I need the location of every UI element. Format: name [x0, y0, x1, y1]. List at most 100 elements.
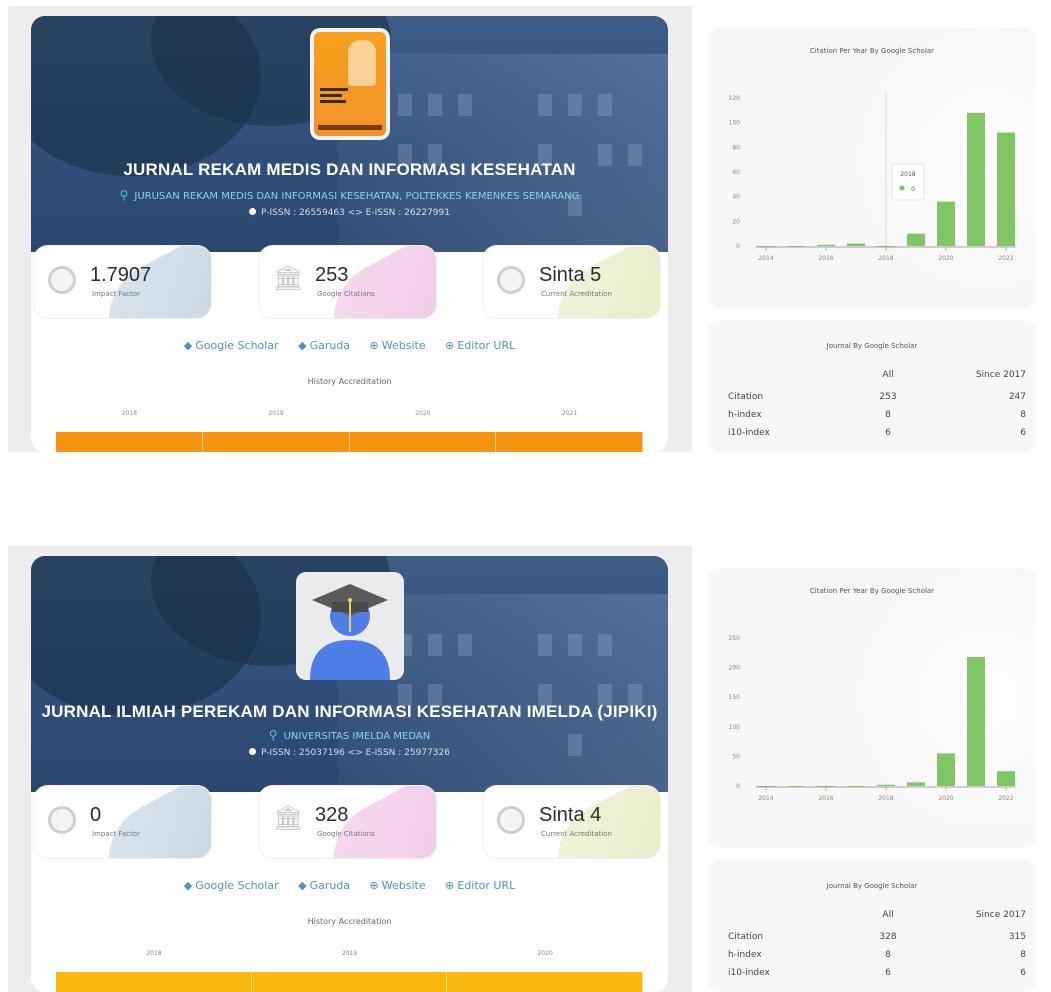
graduate-avatar-icon[interactable]: [295, 572, 404, 680]
institution-text: UNIVERSITAS IMELDA MEDAN: [283, 731, 431, 742]
journal-title[interactable]: JURNAL REKAM MEDIS DAN INFORMASI KESEHAT…: [31, 160, 668, 180]
table-row: i10-index 6 6: [728, 968, 1026, 978]
chart-bar[interactable]: [877, 784, 895, 786]
garuda-link[interactable]: ◆ Garuda: [298, 339, 350, 352]
citation-bar-chart[interactable]: 0 50 100 150 200 250 2014 2016 2018 2020 2022: [708, 608, 1036, 848]
history-bar: [56, 432, 203, 452]
journal-title[interactable]: JURNAL ILMIAH PEREKAM DAN INFORMASI KESE…: [31, 702, 668, 722]
history-years: 2018 2019 2020 2021: [56, 410, 643, 417]
history-years: 2018 2019 2020: [56, 950, 643, 957]
google-scholar-link[interactable]: ◆ Google Scholar: [184, 339, 279, 352]
dot-icon: [249, 208, 257, 215]
chart-bar[interactable]: [847, 243, 865, 246]
tag-icon: ◆: [183, 879, 193, 892]
chart-bar[interactable]: [757, 786, 775, 787]
x-tick-label: 2022: [998, 255, 1013, 262]
journal-institution[interactable]: ⚲ JURUSAN REKAM MEDIS DAN INFORMASI KESEH…: [31, 188, 668, 202]
table-header-row: All Since 2017: [728, 910, 1026, 924]
chart-bar[interactable]: [787, 786, 805, 787]
tooltip-value: 0: [911, 186, 915, 193]
chart-bar[interactable]: [937, 201, 955, 246]
citation-bar-chart[interactable]: 0 20 40 60 80 100 120 2014 2016 2018 2020 2022 2018 0: [708, 68, 1036, 308]
tag-icon: ◆: [183, 339, 193, 352]
history-year: 2018: [146, 950, 162, 957]
citation-chart-card: Citation Per Year By Google Scholar 0 50 1…: [708, 568, 1036, 848]
chart-bar[interactable]: [907, 233, 925, 246]
tooltip-series-dot: [899, 185, 905, 191]
accreditation-label: Current Acreditation: [541, 830, 612, 838]
institution-text: JURUSAN REKAM MEDIS DAN INFORMASI KESEHA…: [134, 191, 580, 202]
history-accreditation-label: History Accreditation: [307, 917, 392, 926]
hero-banner: JURNAL ILMIAH PEREKAM DAN INFORMASI KESE…: [31, 556, 668, 792]
y-tick-label: 60: [732, 169, 740, 176]
y-tick-label: 100: [729, 724, 741, 731]
impact-factor-card: 1.7907 Impact Factor: [34, 246, 211, 318]
journal-cover-image[interactable]: [309, 28, 390, 140]
impact-factor-value: 1.7907: [90, 264, 152, 286]
institution-building-icon: 🏛: [273, 264, 304, 292]
accreditation-card: Sinta 5 Current Acreditation: [483, 246, 660, 318]
impact-factor-card: 0 Impact Factor: [34, 786, 211, 858]
journal-panel: JURNAL ILMIAH PEREKAM DAN INFORMASI KESE…: [8, 546, 692, 992]
x-tick-label: 2020: [938, 795, 953, 802]
history-bar: [202, 432, 350, 452]
accreditation-card: Sinta 4 Current Acreditation: [483, 786, 660, 858]
y-tick-label: 50: [732, 753, 740, 760]
issn-text: P-ISSN : 25037196 <> E-ISSN : 25977326: [261, 748, 450, 758]
table-row: h-index 8 8: [728, 950, 1026, 960]
editor-url-link[interactable]: ⊕ Editor URL: [445, 339, 515, 352]
history-bar: [349, 432, 497, 452]
chart-bar[interactable]: [817, 244, 835, 246]
y-tick-label: 80: [732, 144, 740, 151]
chart-tooltip: [891, 163, 925, 201]
journal-institution[interactable]: ⚲ UNIVERSITAS IMELDA MEDAN: [31, 728, 668, 742]
chart-bar[interactable]: [937, 753, 955, 786]
globe-icon: ⊕: [445, 339, 455, 352]
history-year: 2020: [415, 410, 431, 417]
google-citations-label: Google Citations: [317, 290, 375, 298]
x-tick-label: 2016: [818, 795, 833, 802]
y-tick-label: 150: [729, 694, 741, 701]
chart-bar[interactable]: [997, 132, 1015, 246]
chart-bar[interactable]: [757, 246, 775, 247]
chart-title: Citation Per Year By Google Scholar: [809, 47, 935, 55]
garuda-link[interactable]: ◆ Garuda: [298, 879, 350, 892]
scholar-table-title: Journal By Google Scholar: [826, 882, 918, 890]
chart-bar[interactable]: [787, 246, 805, 247]
globe-icon: ⊕: [369, 339, 379, 352]
chart-bar[interactable]: [997, 771, 1015, 786]
chart-bar[interactable]: [877, 246, 895, 247]
table-row: i10-index 6 6: [728, 428, 1026, 438]
website-link[interactable]: ⊕ Website: [370, 879, 426, 892]
journal-section-2: JURNAL ILMIAH PEREKAM DAN INFORMASI KESE…: [0, 546, 1051, 992]
impact-factor-value: 0: [90, 804, 102, 826]
history-bar: [56, 972, 252, 992]
y-tick-label: 0: [736, 783, 740, 790]
y-tick-label: 0: [736, 243, 740, 250]
chart-bar[interactable]: [967, 112, 985, 246]
y-tick-label: 20: [732, 218, 740, 225]
scholar-stats-card: Journal By Google Scholar All Since 2017 …: [708, 860, 1036, 992]
y-tick-label: 120: [729, 95, 741, 102]
editor-url-link[interactable]: ⊕ Editor URL: [445, 879, 515, 892]
history-accreditation-bars: [56, 432, 643, 452]
y-tick-label: 200: [729, 665, 741, 672]
citation-chart-card: Citation Per Year By Google Scholar 0 20 4…: [708, 28, 1036, 308]
globe-icon: ⊕: [369, 879, 379, 892]
journal-panel: JURNAL REKAM MEDIS DAN INFORMASI KESEHAT…: [8, 6, 692, 452]
location-pin-icon: ⚲: [119, 188, 129, 202]
x-tick-label: 2020: [938, 255, 953, 262]
website-link[interactable]: ⊕ Website: [370, 339, 426, 352]
accreditation-label: Current Acreditation: [541, 290, 612, 298]
impact-factor-icon: [48, 806, 76, 834]
location-pin-icon: ⚲: [268, 728, 278, 742]
chart-bar[interactable]: [907, 782, 925, 786]
header-all: All: [882, 370, 894, 380]
google-citations-value: 253: [315, 264, 349, 286]
institution-building-icon: 🏛: [273, 804, 304, 832]
history-accreditation-label: History Accreditation: [307, 377, 392, 386]
google-scholar-link[interactable]: ◆ Google Scholar: [184, 879, 279, 892]
chart-bar[interactable]: [847, 786, 865, 787]
chart-bar[interactable]: [967, 656, 985, 786]
chart-bar[interactable]: [817, 786, 835, 787]
